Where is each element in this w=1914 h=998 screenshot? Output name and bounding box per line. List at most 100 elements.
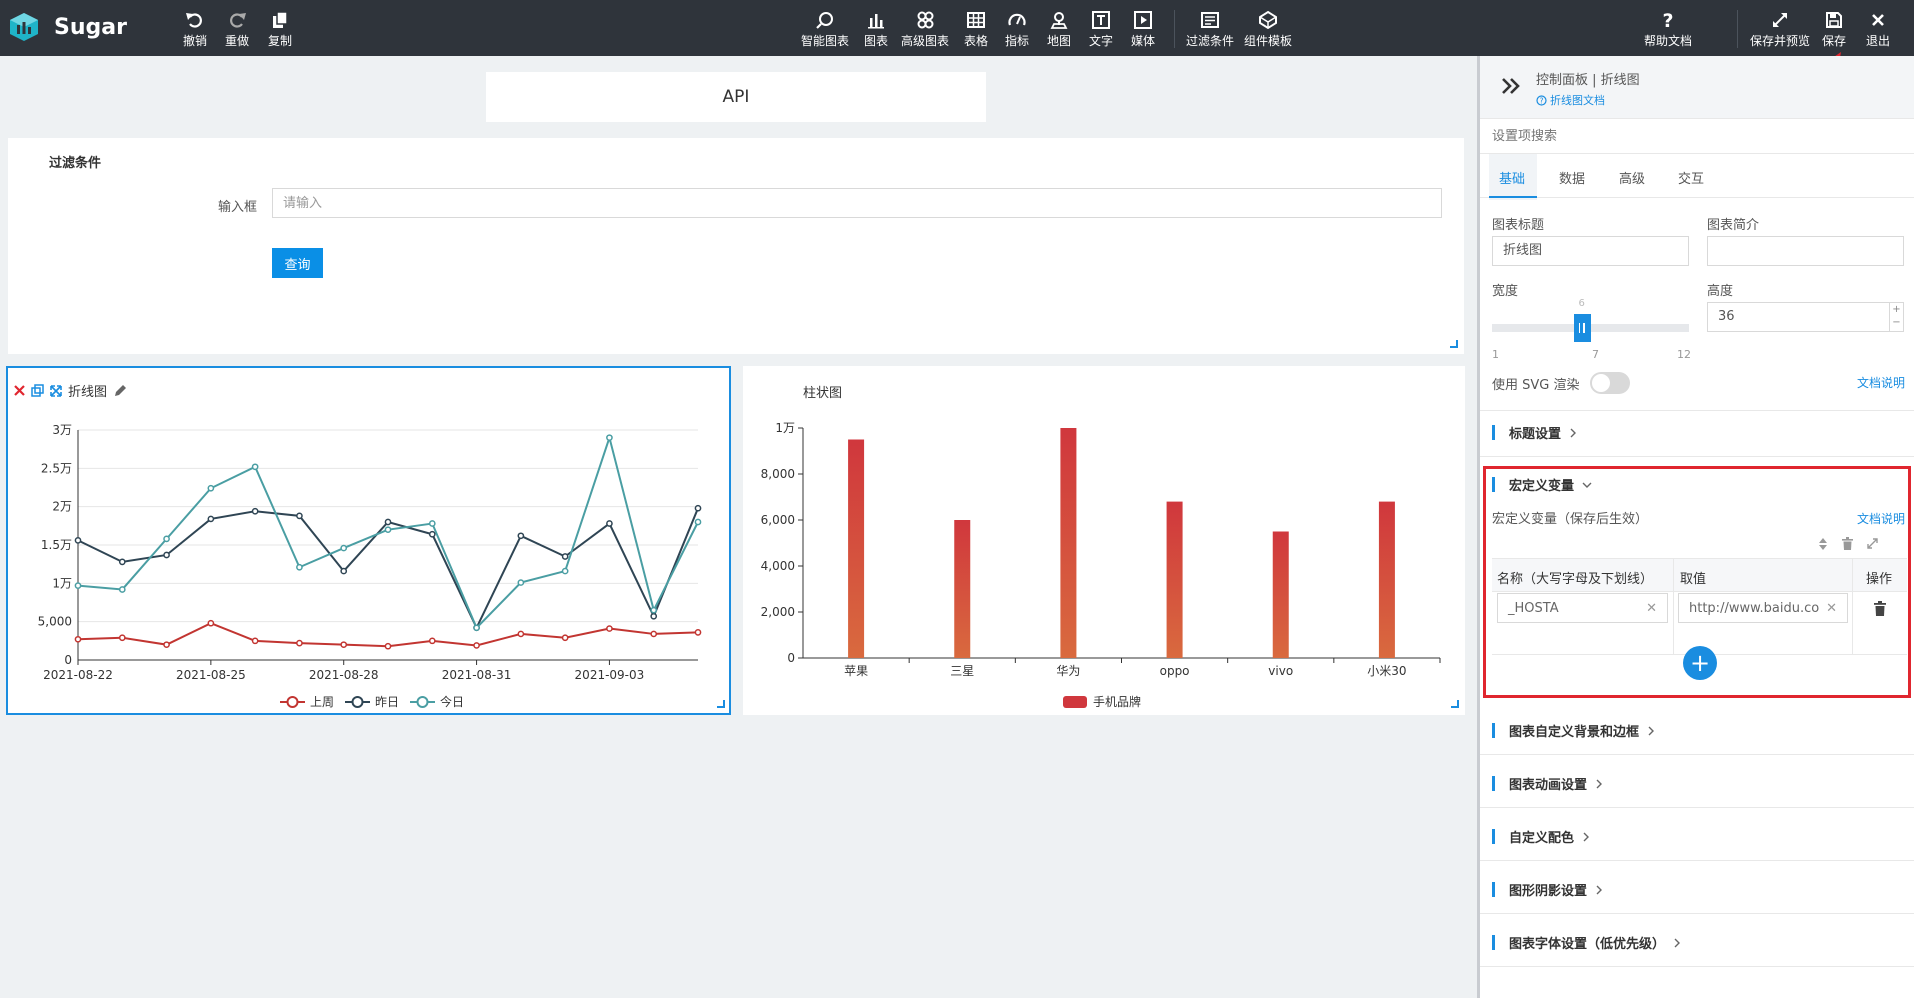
data-point (650, 612, 658, 620)
metric-label: 指标 (1005, 34, 1030, 48)
text-icon (1092, 11, 1110, 29)
line-chart-card[interactable]: 折线图 0 5,000 1万 1.5万 2万 2.5万 3万 2021-08-22 2021-0… (6, 366, 731, 715)
filter-button[interactable]: 过滤条件 (1186, 10, 1234, 49)
component-template-label: 组件模板 (1244, 34, 1293, 48)
filter-input[interactable] (272, 188, 1442, 218)
undo-label: 撤销 (183, 34, 208, 48)
redo-icon (230, 13, 246, 28)
table-button[interactable]: 表格 (964, 10, 988, 49)
redo-button[interactable]: 重做 (225, 10, 249, 49)
filter-input-label: 输入框 (218, 200, 258, 215)
bar-chart-card[interactable]: 柱状图 0 2,000 4,000 6,000 8,000 1万 苹果 三星 华为 oppo viv… (743, 366, 1465, 715)
height-input[interactable]: 36 + − (1707, 302, 1904, 332)
save-preview-button[interactable]: 保存并预览 (1750, 10, 1810, 49)
section-colors[interactable]: 自定义配色 (1492, 827, 1590, 846)
chevron-down-icon (1582, 482, 1592, 488)
svg-text:?: ? (1540, 96, 1544, 105)
resize-handle[interactable] (1450, 340, 1458, 348)
section-animation[interactable]: 图表动画设置 (1492, 774, 1603, 793)
save-label: 保存 (1822, 34, 1847, 48)
add-macro-button[interactable]: + (1683, 646, 1717, 680)
section-title-settings[interactable]: 标题设置 (1492, 423, 1577, 442)
delete-row-icon[interactable] (1873, 601, 1887, 617)
chart-doc-link[interactable]: ? 折线图文档 (1536, 92, 1605, 108)
chart-button[interactable]: 图表 (864, 10, 888, 49)
y-tick-label: 1万 (775, 421, 795, 435)
clear-icon[interactable]: ✕ (1826, 601, 1837, 616)
tab-interaction[interactable]: 交互 (1678, 168, 1704, 187)
section-font[interactable]: 图表字体设置（低优先级） (1492, 933, 1681, 952)
section-shadow[interactable]: 图形阴影设置 (1492, 880, 1603, 899)
data-point (650, 630, 658, 638)
save-button[interactable]: 保存 (1822, 10, 1846, 49)
chart-title-input[interactable]: 折线图 (1492, 236, 1689, 266)
section-macro[interactable]: 宏定义变量 (1492, 475, 1592, 494)
chart-desc-input[interactable] (1707, 236, 1904, 266)
tab-basic[interactable]: 基础 (1499, 168, 1525, 187)
text-button[interactable]: 文字 (1089, 10, 1113, 49)
data-point (207, 484, 215, 492)
filter-icon (1201, 12, 1219, 28)
chart-doc-link-text: 折线图文档 (1550, 94, 1605, 107)
resize-handle[interactable] (1451, 700, 1459, 708)
data-point (384, 526, 392, 534)
macro-value-input[interactable]: http://www.baidu.co ✕ (1678, 593, 1848, 623)
clear-icon[interactable]: ✕ (1646, 601, 1657, 616)
top-toolbar: Sugar 撤销 重做 复制 智能图表 图表 高级图表 表格 指标 地图 文字 (0, 0, 1914, 56)
tab-data[interactable]: 数据 (1559, 168, 1585, 187)
section-bg-border-label: 图表自定义背景和边框 (1509, 725, 1640, 740)
settings-search-input[interactable] (1480, 119, 1914, 153)
tab-advanced[interactable]: 高级 (1619, 168, 1645, 187)
resize-handle[interactable] (717, 700, 725, 708)
component-template-button[interactable]: 组件模板 (1244, 10, 1292, 49)
media-button[interactable]: 媒体 (1131, 10, 1155, 49)
macro-name-input[interactable]: _HOSTA ✕ (1497, 593, 1668, 623)
chevron-right-icon (1570, 428, 1577, 437)
help-doc-button[interactable]: ? 帮助文档 (1644, 10, 1692, 49)
macro-doc-link[interactable]: 文档说明 (1857, 510, 1905, 527)
filter-card[interactable]: 过滤条件 输入框 查询 (8, 138, 1464, 354)
save-icon (1826, 12, 1842, 28)
metric-button[interactable]: 指标 (1005, 10, 1029, 49)
exit-button[interactable]: 退出 (1866, 10, 1890, 49)
width-label: 宽度 (1492, 284, 1519, 299)
query-button[interactable]: 查询 (272, 248, 323, 278)
advanced-chart-button[interactable]: 高级图表 (901, 10, 949, 49)
data-point (384, 642, 392, 650)
legend-label: 上周 (310, 695, 334, 709)
undo-button[interactable]: 撤销 (183, 10, 207, 49)
data-point (340, 544, 348, 552)
y-tick-label: 2.5万 (41, 461, 72, 475)
y-tick-label: 4,000 (761, 559, 795, 573)
sort-icon[interactable] (1818, 537, 1828, 551)
bar (1166, 501, 1183, 658)
width-slider-thumb[interactable] (1573, 314, 1591, 342)
control-panel: 控制面板 | 折线图 ? 折线图文档 基础 数据 高级 交互 图表标题 折线图 … (1477, 56, 1914, 998)
data-point (251, 507, 259, 515)
expand-icon[interactable] (1866, 537, 1879, 550)
section-marker (1492, 425, 1495, 440)
data-point (118, 634, 126, 642)
svg-doc-link[interactable]: 文档说明 (1857, 374, 1905, 391)
data-point (428, 637, 436, 645)
data-point (650, 606, 658, 614)
col-divider (1673, 558, 1674, 654)
height-stepper[interactable]: + − (1889, 303, 1903, 331)
smart-chart-button[interactable]: 智能图表 (801, 10, 849, 49)
collapse-panel-icon[interactable] (1500, 76, 1522, 96)
copy-button[interactable]: 复制 (268, 10, 292, 49)
data-point (251, 463, 259, 471)
data-point (207, 515, 215, 523)
chevron-right-icon (1596, 885, 1603, 894)
api-title-box[interactable]: API (486, 72, 986, 122)
section-colors-label: 自定义配色 (1509, 831, 1575, 846)
svg-render-toggle[interactable] (1590, 372, 1630, 394)
trash-icon[interactable] (1841, 537, 1854, 551)
data-point (251, 637, 259, 645)
map-button[interactable]: 地图 (1047, 10, 1071, 49)
tab-active-indicator (1489, 196, 1537, 198)
section-bg-border[interactable]: 图表自定义背景和边框 (1492, 721, 1655, 740)
section-marker (1492, 723, 1495, 738)
chevron-right-icon (1596, 779, 1603, 788)
width-slider[interactable]: 6 (1492, 298, 1689, 342)
